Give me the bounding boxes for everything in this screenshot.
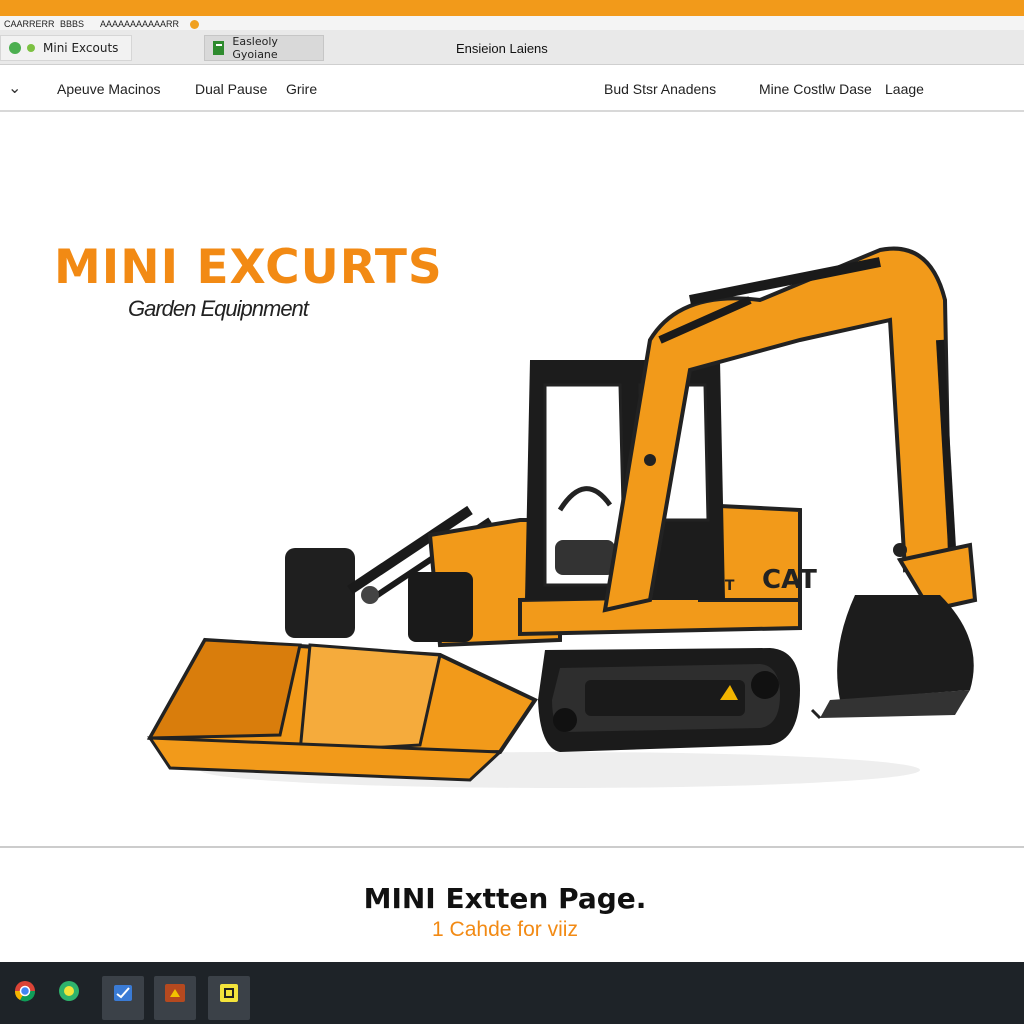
section-divider: [0, 846, 1024, 848]
mail-icon: [114, 985, 132, 1001]
edge-icon[interactable]: [58, 980, 80, 1002]
track-assembly: [538, 648, 800, 752]
window-top-accent-bar: [0, 0, 1024, 16]
title-strip-text-1: CAARRERR: [4, 19, 55, 29]
document-icon: [213, 41, 224, 55]
cat-logo: CAT: [762, 565, 817, 595]
digging-bucket: [810, 595, 974, 720]
tab-bar: Mini Excouts Easleoly Gyoiane Ensieion L…: [0, 30, 1024, 65]
chevron-down-icon[interactable]: ⌄: [8, 78, 21, 98]
tab-label: Easleoly Gyoiane: [232, 35, 278, 61]
window-title: Ensieion Laiens: [456, 41, 548, 56]
title-strip-text-3: AAAAAAAAAAARR: [100, 19, 180, 29]
folder-icon: [165, 984, 185, 1002]
nav-item-grire[interactable]: Grire: [286, 81, 317, 97]
footer-title: MINI Extten Page.: [363, 882, 647, 915]
nav-item-mine-costlw-dase[interactable]: Mine Costlw Dase: [759, 81, 872, 97]
tab-label: Mini Excouts: [43, 41, 119, 55]
nav-item-apeuve-macinos[interactable]: Apeuve Macinos: [57, 81, 161, 97]
site-navbar: ⌄ Apeuve Macinos Dual Pause Grire Bud St…: [0, 66, 1024, 112]
nav-item-laage[interactable]: Laage: [885, 81, 924, 97]
tab-easleoly-gyoiane[interactable]: Easleoly Gyoiane: [204, 35, 324, 61]
nav-item-bud-stsr-anadens[interactable]: Bud Stsr Anadens: [604, 81, 716, 97]
hero-section: MINI EXCURTS Garden Equipnment CAT: [0, 112, 1024, 846]
notes-icon: [220, 984, 238, 1002]
chrome-icon[interactable]: [14, 980, 36, 1002]
tab-mini-excouts[interactable]: Mini Excouts: [0, 35, 132, 61]
footer-subtitle: 1 Cahde for viiz: [432, 918, 578, 941]
notification-dot-icon: [190, 20, 199, 29]
title-strip-text-2: BBBS: [60, 19, 85, 29]
mini-excavator-illustration: CAT OT: [146, 246, 978, 788]
globe-icon: [9, 42, 35, 54]
nav-item-dual-pause[interactable]: Dual Pause: [195, 81, 267, 97]
window-title-strip: CAARRERR BBBS AAAAAAAAAAARR: [0, 16, 1024, 30]
